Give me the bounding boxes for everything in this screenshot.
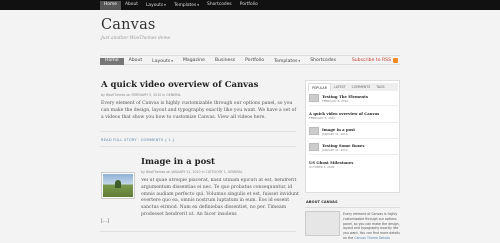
mainnav-templates-label: Templates xyxy=(274,59,298,64)
mainnav-layouts[interactable]: Layouts▾ xyxy=(147,58,178,65)
widget-post-date: JANUARY 11, 2010 xyxy=(322,148,348,152)
topnav-portfolio[interactable]: Portfolio xyxy=(236,1,262,10)
about-image xyxy=(305,211,340,236)
widget-post-date: FEBRUARY 6, 2010 xyxy=(322,99,349,103)
widget-post-date: JANUARY 11, 2010 xyxy=(322,132,348,136)
topnav-layouts-label: Layouts xyxy=(145,3,164,8)
read-more-link[interactable]: READ FULL STORY · COMMENTS { 1 } xyxy=(101,138,175,142)
widget-post-date: FEBRUARY 5, 2010 xyxy=(309,116,336,120)
divider xyxy=(309,154,398,155)
post-excerpt: Vel ut quae utroque placerat, kasd utina… xyxy=(141,178,299,217)
topnav-layouts[interactable]: Layouts▾ xyxy=(142,1,170,10)
topnav-shortcodes[interactable]: Shortcodes xyxy=(203,1,236,10)
widget-post-date: OCTOBER 1, 2009 xyxy=(309,165,335,169)
tab-comments[interactable]: COMMENTS xyxy=(349,83,374,91)
tab-popular[interactable]: POPULAR xyxy=(308,83,331,91)
chevron-down-icon: ▾ xyxy=(298,59,301,63)
rss-icon xyxy=(393,58,398,63)
divider xyxy=(309,105,398,106)
mainnav-shortcodes[interactable]: Shortcodes xyxy=(305,58,341,65)
tab-latest[interactable]: LATEST xyxy=(331,83,349,91)
subscribe-rss-link[interactable]: Subscribe to RSS xyxy=(352,58,398,63)
about-heading: ABOUT CANVAS xyxy=(306,200,338,204)
tabs-widget: POPULAR LATEST COMMENTS TAGS Testing The… xyxy=(305,80,400,193)
divider xyxy=(305,207,400,208)
widget-tabs: POPULAR LATEST COMMENTS TAGS xyxy=(308,83,398,91)
post-title[interactable]: A quick video overview of Canvas xyxy=(101,80,258,90)
rss-label: Subscribe to RSS xyxy=(351,58,391,63)
tab-tags[interactable]: TAGS xyxy=(373,83,387,91)
post-meta: by WooThemes on JANUARY 11, 2010 in CATE… xyxy=(141,170,243,174)
mainnav-layouts-label: Layouts xyxy=(152,59,171,64)
divider xyxy=(100,146,296,147)
topnav-templates-label: Templates xyxy=(173,3,197,8)
mainnav-portfolio[interactable]: Portfolio xyxy=(240,58,269,65)
divider xyxy=(309,122,398,123)
site-logo[interactable]: Canvas xyxy=(101,17,156,33)
divider xyxy=(309,138,398,139)
post-meta: by WooThemes on FEBRUARY 5, 2010 in GENE… xyxy=(101,93,182,97)
chevron-down-icon: ▾ xyxy=(164,3,166,7)
topnav-about[interactable]: About xyxy=(121,1,142,10)
post-excerpt: Every element of Canvas is highly custom… xyxy=(101,101,297,120)
main-navigation: Home About Layouts▾ Magazine Business Po… xyxy=(100,55,400,65)
top-navigation: Home About Layouts▾ Templates▾ Shortcode… xyxy=(100,1,262,10)
post-thumbnail[interactable] xyxy=(309,94,319,102)
post-thumbnail[interactable] xyxy=(309,143,319,151)
about-text: Every element of Canvas is highly custom… xyxy=(343,212,403,241)
topnav-templates[interactable]: Templates▾ xyxy=(170,1,203,10)
mainnav-templates[interactable]: Templates▾ xyxy=(269,58,305,65)
mainnav-business[interactable]: Business xyxy=(210,58,240,65)
post-thumbnail[interactable] xyxy=(309,127,319,135)
topnav-home[interactable]: Home xyxy=(100,1,121,10)
mainnav-about[interactable]: About xyxy=(124,58,148,65)
landscape-image xyxy=(103,174,133,197)
divider xyxy=(100,231,296,232)
site-tagline: Just another WooThemes demo xyxy=(101,36,171,41)
mainnav-magazine[interactable]: Magazine xyxy=(178,58,210,65)
about-link[interactable]: Canvas Theme Details xyxy=(354,236,390,240)
post-thumbnail[interactable] xyxy=(101,172,135,199)
excerpt-continuation: [...] xyxy=(101,219,109,224)
chevron-down-icon: ▾ xyxy=(171,59,173,63)
divider xyxy=(100,131,296,132)
chevron-down-icon: ▾ xyxy=(197,3,200,7)
post-title[interactable]: Image in a post xyxy=(141,157,215,167)
tree-shape xyxy=(115,180,121,188)
mainnav-home[interactable]: Home xyxy=(100,58,124,65)
